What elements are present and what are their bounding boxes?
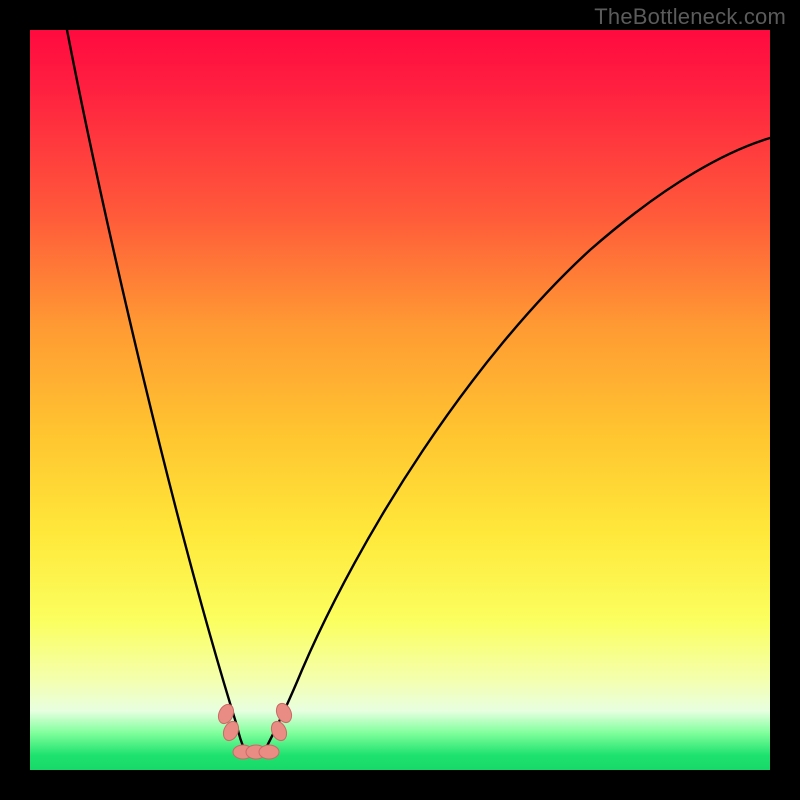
outer-frame: TheBottleneck.com (0, 0, 800, 800)
marker-bottom-3 (259, 745, 279, 759)
watermark-text: TheBottleneck.com (594, 4, 786, 30)
curve-svg (30, 30, 770, 770)
bottleneck-curve (67, 30, 770, 748)
plot-area (30, 30, 770, 770)
markers (216, 701, 295, 759)
